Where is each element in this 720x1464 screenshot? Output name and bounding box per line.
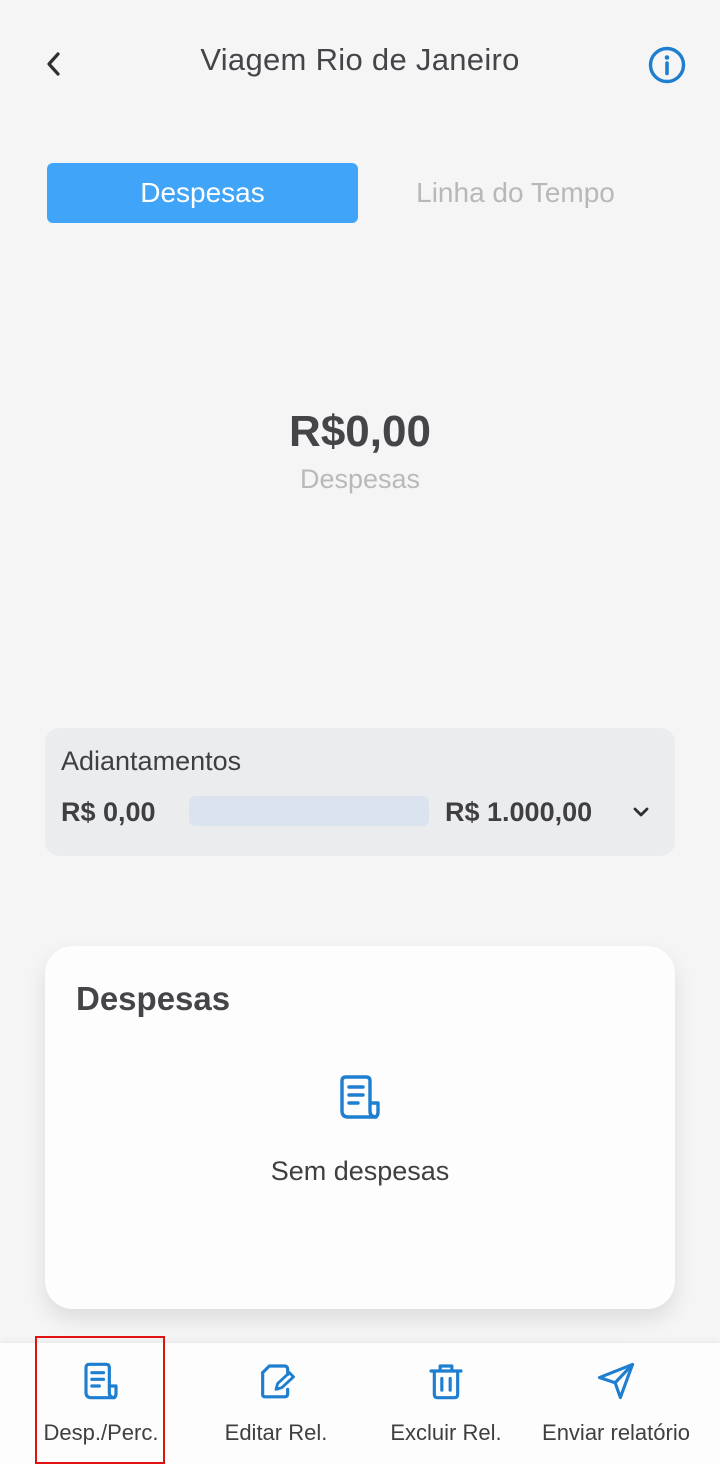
trash-icon <box>376 1359 516 1403</box>
edit-report-button[interactable]: Editar Rel. <box>206 1343 346 1464</box>
edit-report-label: Editar Rel. <box>224 1420 328 1445</box>
expense-route-label: Desp./Perc. <box>43 1420 159 1445</box>
total-label: Despesas <box>299 464 421 494</box>
total-amount: R$0,00 <box>289 407 431 456</box>
send-icon <box>530 1359 702 1403</box>
info-circle-icon <box>648 46 686 84</box>
chevron-down-icon <box>633 807 649 817</box>
expenses-card: Despesas Sem despesas <box>45 946 675 1309</box>
advances-title: Adiantamentos <box>61 746 242 776</box>
receipt-icon <box>335 1072 385 1122</box>
advances-limit: R$ 1.000,00 <box>445 797 593 827</box>
advances-used: R$ 0,00 <box>61 797 156 827</box>
tab-despesas[interactable]: Despesas <box>47 163 358 223</box>
receipt-icon <box>36 1359 166 1403</box>
send-report-button[interactable]: Enviar relatório <box>530 1343 702 1464</box>
send-report-label: Enviar relatório <box>542 1420 690 1445</box>
app-header: Viagem Rio de Janeiro <box>0 0 720 130</box>
delete-report-button[interactable]: Excluir Rel. <box>376 1343 516 1464</box>
empty-state-text: Sem despesas <box>270 1156 450 1186</box>
expand-button[interactable] <box>627 798 655 826</box>
advances-card[interactable]: Adiantamentos R$ 0,00 R$ 1.000,00 <box>45 728 675 856</box>
tab-linha-do-tempo[interactable]: Linha do Tempo <box>358 163 673 223</box>
expenses-title: Despesas <box>76 980 231 1017</box>
expense-route-button[interactable]: Desp./Perc. <box>36 1343 166 1464</box>
bottom-navigation: Desp./Perc. Editar Rel. Excluir Rel. Env… <box>0 1343 720 1464</box>
advances-progress-bar <box>189 796 429 826</box>
expense-total: R$0,00 Despesas <box>0 404 720 496</box>
view-tabs: Despesas Linha do Tempo <box>47 163 673 223</box>
advances-row: R$ 0,00 R$ 1.000,00 <box>61 794 661 830</box>
info-button[interactable] <box>644 42 690 88</box>
delete-report-label: Excluir Rel. <box>390 1420 502 1445</box>
page-title: Viagem Rio de Janeiro <box>200 42 520 77</box>
edit-icon <box>206 1359 346 1403</box>
